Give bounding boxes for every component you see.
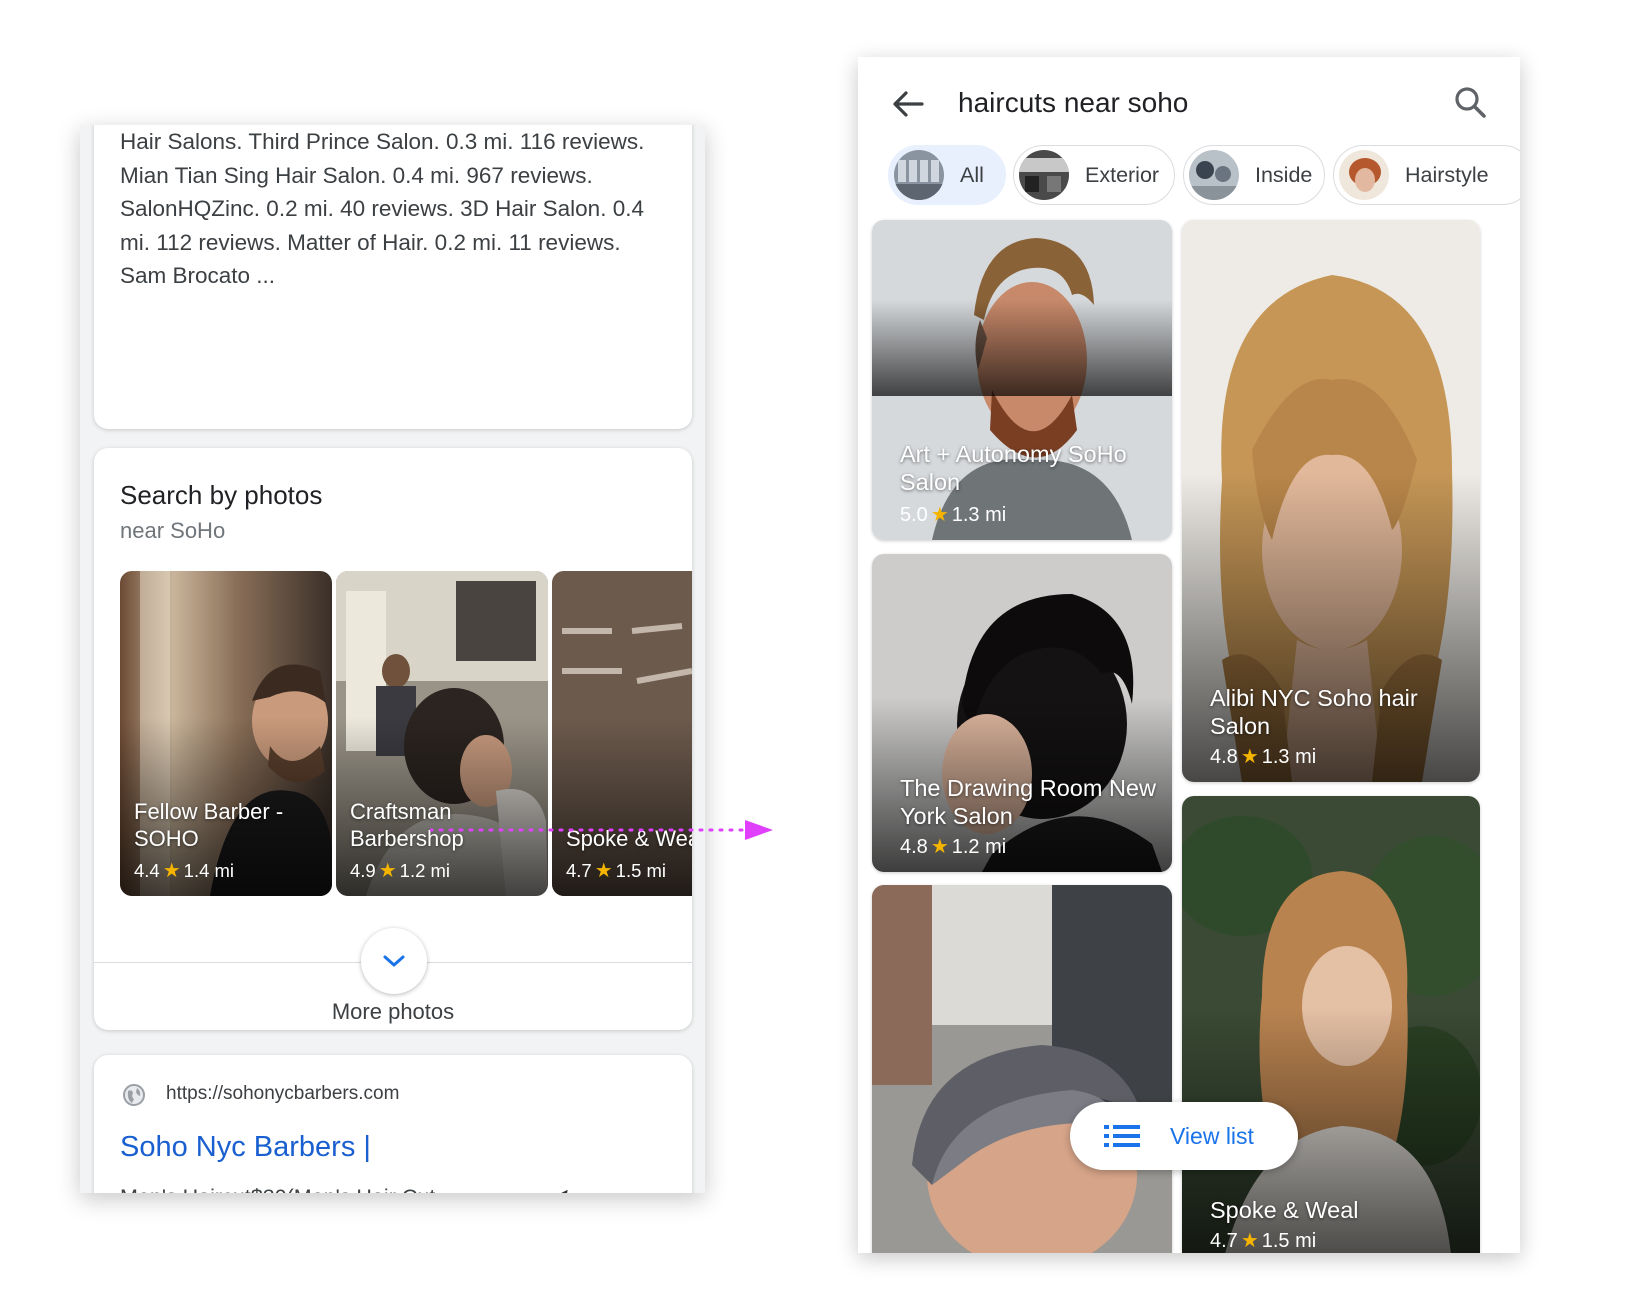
rating-value: 4.9	[350, 860, 376, 881]
rating-value: 4.7	[1210, 1230, 1238, 1252]
tile-rating: 5.0 ★ 1.3 mi	[900, 502, 1006, 527]
view-list-label: View list	[1170, 1122, 1254, 1149]
tile-rating: 4.8 ★ 1.3 mi	[1210, 744, 1316, 769]
image-tile[interactable]: Spoke & Weal 4.7 ★ 1.5 mi	[1182, 796, 1480, 1253]
tile-rating: 4.8 ★ 1.2 mi	[900, 834, 1006, 859]
tile-name: Fellow Barber - SOHO	[134, 799, 284, 851]
chip-thumbnail	[1019, 150, 1069, 200]
rating-value: 4.8	[900, 836, 928, 858]
section-subtitle: near SoHo	[120, 518, 226, 543]
chip-label: All	[960, 162, 984, 187]
chip-label: Inside	[1255, 162, 1313, 187]
search-icon[interactable]	[1450, 82, 1490, 122]
tile-name: Alibi NYC Soho hair Salon	[1210, 685, 1418, 739]
haircut-photo	[872, 885, 1172, 1253]
more-photos-label[interactable]: More photos	[94, 999, 692, 1025]
tile-rating: 4.7 ★ 1.5 mi	[566, 858, 666, 883]
haircut-photo	[1182, 796, 1480, 1253]
tile-name: Art + Autonomy SoHo Salon	[900, 441, 1127, 495]
filter-chip-inside[interactable]: Inside	[1183, 145, 1325, 205]
distance: 1.3 mi	[951, 504, 1007, 526]
image-tile[interactable]: Alibi NYC Soho hair Salon 4.8 ★ 1.3 mi	[1182, 220, 1480, 782]
tile-rating: 4.7 ★ 1.5 mi	[1210, 1228, 1316, 1253]
chip-thumbnail	[1339, 150, 1389, 200]
image-tile[interactable]: Art + Autonomy SoHo Salon 5.0 ★ 1.3 mi	[872, 220, 1172, 540]
tile-rating: 4.9 ★ 1.2 mi	[350, 858, 450, 883]
result-title-link[interactable]: Soho Nyc Barbers |	[120, 1131, 371, 1164]
result-description: Men's Haircut$30(Men's Hair Cut with buz…	[120, 1181, 470, 1193]
filter-chip-all[interactable]: All	[888, 145, 1006, 205]
rating-value: 4.8	[1210, 746, 1238, 768]
barber-logo: next evel	[561, 1190, 568, 1193]
chip-label: Hairstyle	[1405, 162, 1489, 187]
distance: 1.5 mi	[1261, 1230, 1317, 1252]
result-url[interactable]: https://sohonycbarbers.com	[166, 1083, 399, 1105]
distance: 1.3 mi	[1261, 746, 1317, 768]
chip-label: Exterior	[1085, 162, 1160, 187]
photo-tile[interactable]: Spoke & Weal 4.7 ★ 1.5 mi	[552, 571, 692, 896]
right-phone-screen: haircuts near soho All Exterior Inside H…	[858, 57, 1520, 1253]
distance: 1.4 mi	[183, 860, 235, 881]
distance: 1.5 mi	[615, 860, 667, 881]
chip-thumbnail	[894, 150, 944, 200]
chip-thumbnail	[1189, 150, 1239, 200]
search-by-photos-card: Search by photos near SoHo Fellow Barber…	[94, 448, 692, 1030]
snippet-text: Hair Salons. Third Prince Salon. 0.3 mi.…	[120, 129, 645, 288]
photo-tile[interactable]: Fellow Barber - SOHO 4.4 ★ 1.4 mi	[120, 571, 332, 896]
filter-chip-hairstyle[interactable]: Hairstyle	[1333, 145, 1520, 205]
rating-value: 4.4	[134, 860, 160, 881]
image-tile[interactable]: The Drawing Room New York Salon 4.8 ★ 1.2 …	[872, 554, 1172, 872]
chevron-down-icon	[383, 955, 405, 967]
tile-name: The Drawing Room New York Salon	[900, 775, 1156, 829]
tile-name: Spoke & Weal	[1210, 1197, 1359, 1223]
distance: 1.2 mi	[399, 860, 451, 881]
section-title: Search by photos	[120, 480, 323, 510]
back-arrow-icon[interactable]	[888, 84, 928, 124]
star-icon: ★	[1240, 1230, 1259, 1252]
star-icon: ★	[930, 504, 949, 526]
view-list-button[interactable]: View list	[1070, 1102, 1298, 1170]
photo-tile[interactable]: Craftsman Barbershop 4.9 ★ 1.2 mi	[336, 571, 548, 896]
star-icon: ★	[162, 860, 181, 882]
star-icon: ★	[378, 860, 397, 882]
distance: 1.2 mi	[951, 836, 1007, 858]
star-icon: ★	[1240, 746, 1259, 768]
tile-rating: 4.4 ★ 1.4 mi	[134, 858, 234, 883]
globe-icon	[123, 1084, 145, 1106]
connector-arrow	[430, 820, 773, 840]
search-result-card: https://sohonycbarbers.com Soho Nyc Barb…	[94, 1055, 692, 1193]
left-phone-screen: Hair Salons. Third Prince Salon. 0.3 mi.…	[80, 125, 705, 1193]
star-icon: ★	[930, 836, 949, 858]
list-icon	[1104, 1125, 1140, 1147]
star-icon: ★	[594, 860, 613, 882]
filter-chip-exterior[interactable]: Exterior	[1013, 145, 1175, 205]
snippet-card: Hair Salons. Third Prince Salon. 0.3 mi.…	[94, 125, 692, 429]
rating-value: 5.0	[900, 504, 928, 526]
search-input[interactable]: haircuts near soho	[958, 87, 1188, 119]
image-tile[interactable]	[872, 885, 1172, 1253]
rating-value: 4.7	[566, 860, 592, 881]
more-photos-button[interactable]	[361, 928, 427, 994]
photo-carousel[interactable]: Fellow Barber - SOHO 4.4 ★ 1.4 mi Crafts…	[120, 571, 692, 896]
